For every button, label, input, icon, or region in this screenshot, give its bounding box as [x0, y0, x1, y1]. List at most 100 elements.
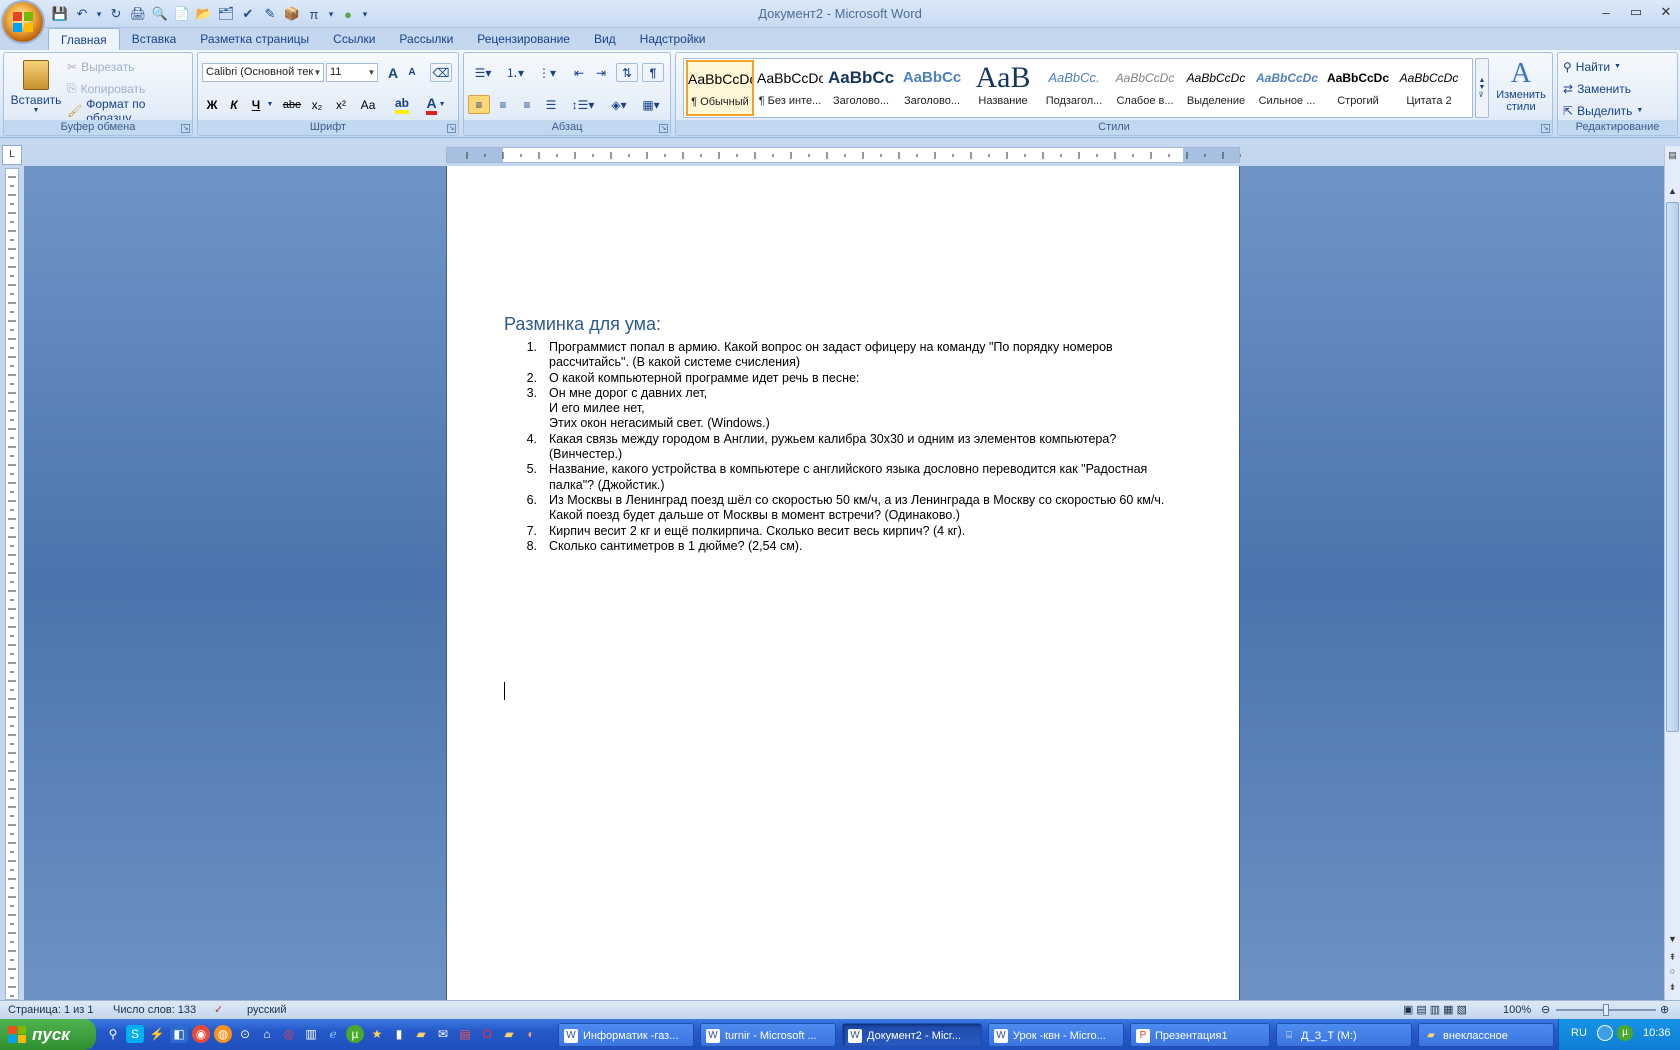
style-subtitle[interactable]: AaBbCc. Подзагол... [1040, 60, 1108, 116]
tab-references[interactable]: Ссылки [321, 28, 387, 50]
opera-icon[interactable]: ◎ [280, 1025, 298, 1043]
style-title[interactable]: AaB Название [969, 60, 1037, 116]
document-page[interactable]: Разминка для ума: 1. Программист попал в … [446, 166, 1240, 1000]
style-subtle-emphasis[interactable]: AaBbCcDc Слабое в... [1111, 60, 1179, 116]
italic-button[interactable]: К [224, 95, 244, 114]
list-item[interactable]: 5. Название, какого устройства в компьюте… [504, 462, 1184, 493]
clear-format-button[interactable]: ⌫ [430, 63, 452, 82]
app-icon[interactable]: ◐ [522, 1025, 540, 1043]
star-icon[interactable]: ★ [368, 1025, 386, 1043]
restore-button[interactable]: ▭ [1626, 3, 1646, 21]
media-icon[interactable]: ⊙ [236, 1025, 254, 1043]
shading-button[interactable]: ◈▾ [604, 95, 634, 114]
tab-home[interactable]: Главная [48, 28, 120, 50]
network-icon[interactable] [1597, 1025, 1613, 1041]
scroll-down-icon[interactable]: ▼ [1665, 932, 1680, 946]
align-right-button[interactable]: ≡ [516, 95, 538, 114]
page-count[interactable]: Страница: 1 из 1 [8, 1003, 94, 1018]
style-heading1[interactable]: AaBbCc Заголово... [827, 60, 895, 116]
proofing-icon[interactable]: ✓ [214, 1003, 223, 1018]
zoom-out-icon[interactable]: ⊖ [1541, 1003, 1550, 1018]
numbered-list[interactable]: 1. Программист попал в армию. Какой вопро… [504, 340, 1184, 554]
list-item[interactable]: И его милее нет, [504, 401, 1184, 416]
task-button[interactable]: W Документ2 - Micr... [842, 1023, 982, 1047]
firefox-icon[interactable]: ◍ [214, 1025, 232, 1043]
list-item[interactable]: 6. Из Москвы в Ленинград поезд шёл со ско… [504, 493, 1184, 524]
style-emphasis[interactable]: AaBbCcDc Выделение [1182, 60, 1250, 116]
list-item[interactable]: 8. Сколько сантиметров в 1 дюйме? (2,54 с… [504, 539, 1184, 554]
browse-object-icon[interactable]: ○ [1665, 964, 1680, 978]
style-strong[interactable]: AaBbCcDc Строгий [1324, 60, 1392, 116]
mail-icon[interactable]: ✉ [434, 1025, 452, 1043]
paragraph-launcher-icon[interactable]: ↘ [659, 124, 668, 133]
borders-button[interactable]: ▦▾ [636, 95, 666, 114]
show-marks-button[interactable]: ¶ [642, 63, 664, 82]
task-button[interactable]: P Презентация1 [1130, 1023, 1270, 1047]
tab-addins[interactable]: Надстройки [628, 28, 718, 50]
align-center-button[interactable]: ≡ [492, 95, 514, 114]
bold-button[interactable]: Ж [202, 95, 222, 114]
tab-view[interactable]: Вид [582, 28, 628, 50]
style-no-spacing[interactable]: AaBbCcDc ¶ Без инте... [756, 60, 824, 116]
start-button[interactable]: пуск [0, 1019, 96, 1050]
vertical-ruler[interactable] [5, 168, 19, 1000]
grow-font-button[interactable]: A [383, 63, 403, 82]
format-painter-button[interactable]: 🖌 Формат по образцу [66, 97, 190, 125]
scroll-up-icon[interactable]: ▲ [1665, 184, 1680, 198]
subscript-button[interactable]: x₂ [306, 95, 328, 114]
underline-dropdown[interactable]: ▼ [266, 95, 274, 114]
opera-icon[interactable]: O [478, 1025, 496, 1043]
pdf-icon[interactable]: ▤ [456, 1025, 474, 1043]
underline-button[interactable]: Ч [246, 95, 266, 114]
scroll-thumb[interactable] [1666, 202, 1679, 732]
previous-page-icon[interactable]: ⇞ [1665, 950, 1680, 964]
task-button[interactable]: W Информатик -газ... [558, 1023, 694, 1047]
change-case-button[interactable]: Аа [354, 95, 382, 114]
styles-launcher-icon[interactable]: ↘ [1541, 124, 1550, 133]
cut-button[interactable]: ✂ Вырезать [66, 57, 146, 76]
strikethrough-button[interactable]: abe [280, 95, 304, 114]
tab-page-layout[interactable]: Разметка страницы [188, 28, 321, 50]
horizontal-ruler[interactable] [446, 147, 1241, 163]
task-button[interactable]: Wturnir - Microsoft ... [700, 1023, 836, 1047]
clipboard-launcher-icon[interactable]: ↘ [181, 124, 190, 133]
numbering-button[interactable]: ⒈▾ [500, 63, 530, 82]
view-buttons[interactable]: ▣▤▥▦▧ [1403, 1003, 1470, 1018]
tab-review[interactable]: Рецензирование [465, 28, 582, 50]
select-button[interactable]: ⇱ Выделить ▼ [1562, 101, 1672, 120]
clock[interactable]: 10:36 [1643, 1027, 1671, 1039]
next-page-icon[interactable]: ⇟ [1665, 980, 1680, 994]
zoom-in-icon[interactable]: ⊕ [1660, 1003, 1669, 1018]
calculator-icon[interactable]: ▥ [302, 1025, 320, 1043]
app-icon[interactable]: ⌂ [258, 1025, 276, 1043]
list-item[interactable]: 3. Он мне дорог с давних лет, [504, 386, 1184, 401]
ruler-toggle-icon[interactable]: ▤ [1665, 148, 1680, 162]
font-launcher-icon[interactable]: ↘ [447, 124, 456, 133]
flash-icon[interactable]: ⚡ [148, 1025, 166, 1043]
replace-button[interactable]: ⇄ Заменить [1562, 79, 1672, 98]
minimize-button[interactable]: – [1596, 3, 1616, 21]
justify-button[interactable]: ☰ [540, 95, 562, 114]
folder-icon[interactable]: ▰ [412, 1025, 430, 1043]
task-button[interactable]: ⌸ Д_З_Т (M:) [1276, 1023, 1412, 1047]
multilevel-list-button[interactable]: ⋮▾ [532, 63, 562, 82]
copy-button[interactable]: ⎘ Копировать [66, 79, 166, 98]
shrink-font-button[interactable]: A [403, 63, 421, 82]
superscript-button[interactable]: x² [330, 95, 352, 114]
tab-insert[interactable]: Вставка [120, 28, 189, 50]
vertical-scrollbar[interactable]: ▤ ▲ ▼ ⇞ ○ ⇟ [1664, 146, 1680, 1000]
folder-icon[interactable]: ▰ [500, 1025, 518, 1043]
ie-icon[interactable]: ℯ [324, 1025, 342, 1043]
find-button[interactable]: ⚲ Найти ▼ [1562, 57, 1672, 76]
usb-icon[interactable]: ▮ [390, 1025, 408, 1043]
list-item[interactable]: 1. Программист попал в армию. Какой вопро… [504, 340, 1184, 371]
skype-icon[interactable]: S [126, 1025, 144, 1043]
language-indicator[interactable]: RU [1571, 1027, 1587, 1039]
close-button[interactable]: ✕ [1656, 3, 1676, 21]
paste-button[interactable]: Вставить ▼ [8, 55, 64, 119]
language[interactable]: русский [247, 1003, 286, 1018]
app-icon[interactable]: ◧ [170, 1025, 188, 1043]
tab-selector[interactable]: L [2, 145, 22, 165]
search-icon[interactable]: ⚲ [104, 1025, 122, 1043]
line-spacing-button[interactable]: ↕☰▾ [568, 95, 598, 114]
